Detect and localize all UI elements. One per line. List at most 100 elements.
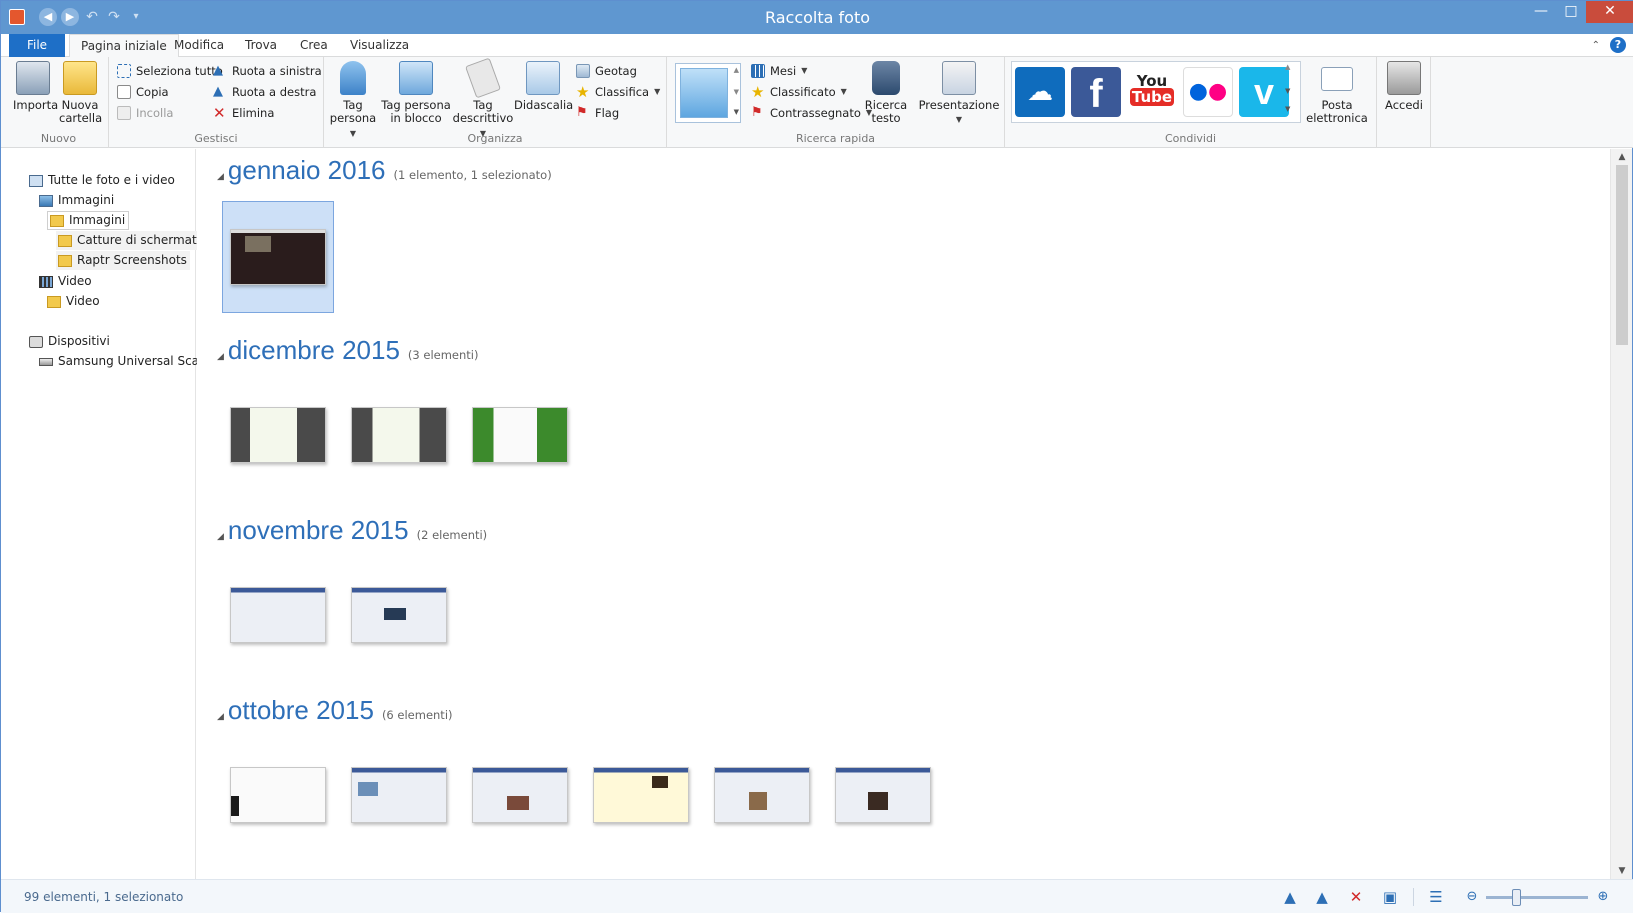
gallery-scroll-up-icon[interactable]: ▲ xyxy=(734,66,739,74)
nuova-cartella-button[interactable]: Nuova cartella xyxy=(59,61,102,125)
tab-file[interactable]: File xyxy=(9,34,65,57)
help-icon[interactable]: ? xyxy=(1610,37,1626,53)
group-header[interactable]: ◢ novembre 2015 (2 elementi) xyxy=(217,515,487,546)
ricerca-testo-button[interactable]: Ricerca testo xyxy=(863,61,909,125)
photo-thumbnail[interactable] xyxy=(714,767,810,823)
rotate-left-icon[interactable]: ▲ xyxy=(1281,888,1299,906)
onedrive-icon[interactable]: ☁ xyxy=(1015,67,1065,117)
nav-samsung-scan[interactable]: Samsung Universal Scan xyxy=(39,352,207,371)
scanner-icon xyxy=(39,357,53,366)
photo-thumbnail[interactable] xyxy=(472,407,568,463)
didascalia-button[interactable]: Didascalia xyxy=(514,61,573,112)
facebook-icon[interactable]: f xyxy=(1071,67,1121,117)
mesi-button[interactable]: Mesi ▼ xyxy=(751,62,807,80)
flag-icon: ⚑ xyxy=(576,105,588,120)
tab-trova[interactable]: Trova xyxy=(234,34,288,57)
group-title: novembre 2015 xyxy=(227,515,409,545)
zoom-in-icon[interactable]: ⊕ xyxy=(1594,888,1612,906)
zoom-slider-knob[interactable] xyxy=(1512,889,1522,906)
maximize-button[interactable]: □ xyxy=(1556,1,1586,23)
nav-all-photos[interactable]: Tutte le foto e i video xyxy=(29,171,175,190)
scroll-up-icon[interactable]: ▲ xyxy=(1611,149,1633,165)
seleziona-tutto-button[interactable]: Seleziona tutto xyxy=(117,62,223,80)
photo-thumbnail[interactable] xyxy=(230,587,326,643)
zoom-slider[interactable] xyxy=(1486,896,1588,899)
nav-video-folder[interactable]: Video xyxy=(47,292,100,311)
nav-raptr-screenshots[interactable]: Raptr Screenshots xyxy=(56,251,190,270)
flag-button[interactable]: ⚑ Flag xyxy=(576,104,619,122)
posta-elettronica-button[interactable]: Posta elettronica xyxy=(1301,61,1373,125)
importa-button[interactable]: Importa xyxy=(13,61,58,112)
nav-immagini-root[interactable]: Immagini xyxy=(39,191,114,210)
zoom-out-icon[interactable]: ⊖ xyxy=(1463,888,1481,906)
collapse-triangle-icon[interactable]: ◢ xyxy=(217,532,224,542)
share-scroll-up-icon[interactable]: ▲ xyxy=(1285,63,1290,71)
star-icon: ★ xyxy=(576,83,590,101)
classifica-button[interactable]: ★ Classifica ▼ xyxy=(576,83,660,101)
pictures-library-icon xyxy=(39,194,53,207)
close-button[interactable]: ✕ xyxy=(1586,1,1633,23)
flickr-icon[interactable]: ●● xyxy=(1183,67,1233,117)
group-label-gestisci: Gestisci xyxy=(194,132,238,145)
tag-descrittivo-button[interactable]: Tag descrittivo ▼ xyxy=(452,57,514,140)
folder-icon xyxy=(63,61,97,95)
delete-icon[interactable]: ✕ xyxy=(1347,888,1365,906)
photo-thumbnail[interactable] xyxy=(230,407,326,463)
collapse-triangle-icon[interactable]: ◢ xyxy=(217,712,224,722)
group-header[interactable]: ◢ ottobre 2015 (6 elementi) xyxy=(217,695,453,726)
photo-thumbnail[interactable] xyxy=(351,587,447,643)
classificato-button[interactable]: ★ Classificato ▼ xyxy=(751,83,847,101)
contrassegnato-button[interactable]: ⚑ Contrassegnato ▼ xyxy=(751,104,872,122)
youtube-icon[interactable]: You Tube xyxy=(1127,67,1177,117)
scroll-down-icon[interactable]: ▼ xyxy=(1611,863,1633,879)
photo-thumbnail[interactable] xyxy=(351,407,447,463)
photo-thumbnail[interactable] xyxy=(230,229,326,285)
tag-persona-blocco-button[interactable]: Tag persona in blocco xyxy=(380,61,452,125)
share-more-icon[interactable]: ▼ xyxy=(1285,105,1290,113)
photos-videos-icon xyxy=(29,174,43,187)
gallery-more-icon[interactable]: ▼ xyxy=(734,108,739,116)
tab-modifica[interactable]: Modifica xyxy=(163,34,235,57)
minimize-button[interactable]: — xyxy=(1526,1,1556,23)
people-gallery[interactable]: ▲ ▼ ▼ xyxy=(675,63,741,123)
geotag-button[interactable]: Geotag xyxy=(576,62,637,80)
ruota-sinistra-button[interactable]: ▲ Ruota a sinistra xyxy=(213,62,322,80)
accedi-button[interactable]: Accedi xyxy=(1381,61,1427,112)
tag-persona-button[interactable]: Tag persona ▼ xyxy=(326,61,380,140)
rotate-left-icon: ▲ xyxy=(213,63,223,78)
presentazione-button[interactable]: Presentazione ▼ xyxy=(917,61,1001,126)
copia-button[interactable]: Copia xyxy=(117,83,169,101)
scroll-thumb[interactable] xyxy=(1616,165,1628,345)
photo-thumbnail[interactable] xyxy=(593,767,689,823)
collapse-ribbon-icon[interactable]: ⌃ xyxy=(1592,40,1600,51)
nav-dispositivi[interactable]: Dispositivi xyxy=(29,332,110,351)
window-controls: — □ ✕ xyxy=(1526,1,1633,23)
nav-video-root[interactable]: Video xyxy=(39,272,92,291)
vimeo-icon[interactable]: v xyxy=(1239,67,1289,117)
gallery-scroll-down-icon[interactable]: ▼ xyxy=(734,88,739,96)
photo-thumbnail[interactable] xyxy=(835,767,931,823)
tab-crea[interactable]: Crea xyxy=(289,34,339,57)
person-tile-icon[interactable] xyxy=(680,68,728,118)
slideshow-icon[interactable]: ▣ xyxy=(1381,888,1399,906)
delete-icon: ✕ xyxy=(213,104,226,122)
details-view-icon[interactable]: ☰ xyxy=(1427,888,1445,906)
tab-visualizza[interactable]: Visualizza xyxy=(339,34,420,57)
collapse-triangle-icon[interactable]: ◢ xyxy=(217,352,224,362)
nav-immagini-folder[interactable]: Immagini xyxy=(47,211,130,230)
photo-thumbnail[interactable] xyxy=(351,767,447,823)
group-header[interactable]: ◢ dicembre 2015 (3 elementi) xyxy=(217,335,478,366)
thumb-detail xyxy=(652,776,668,788)
group-header[interactable]: ◢ gennaio 2016 (1 elemento, 1 selezionat… xyxy=(217,155,552,186)
vertical-scrollbar[interactable]: ▲ ▼ xyxy=(1610,149,1632,879)
incolla-button[interactable]: Incolla xyxy=(117,104,173,122)
rotate-right-icon[interactable]: ▲ xyxy=(1313,888,1331,906)
elimina-button[interactable]: ✕ Elimina xyxy=(213,104,274,122)
nav-catture-schermata[interactable]: Catture di schermata xyxy=(56,231,208,250)
group-count: (1 elemento, 1 selezionato) xyxy=(393,168,552,182)
photo-thumbnail[interactable] xyxy=(472,767,568,823)
photo-thumbnail[interactable] xyxy=(230,767,326,823)
ruota-destra-button[interactable]: ▲ Ruota a destra xyxy=(213,83,316,101)
collapse-triangle-icon[interactable]: ◢ xyxy=(217,172,224,182)
share-scroll-down-icon[interactable]: ▼ xyxy=(1285,87,1290,95)
